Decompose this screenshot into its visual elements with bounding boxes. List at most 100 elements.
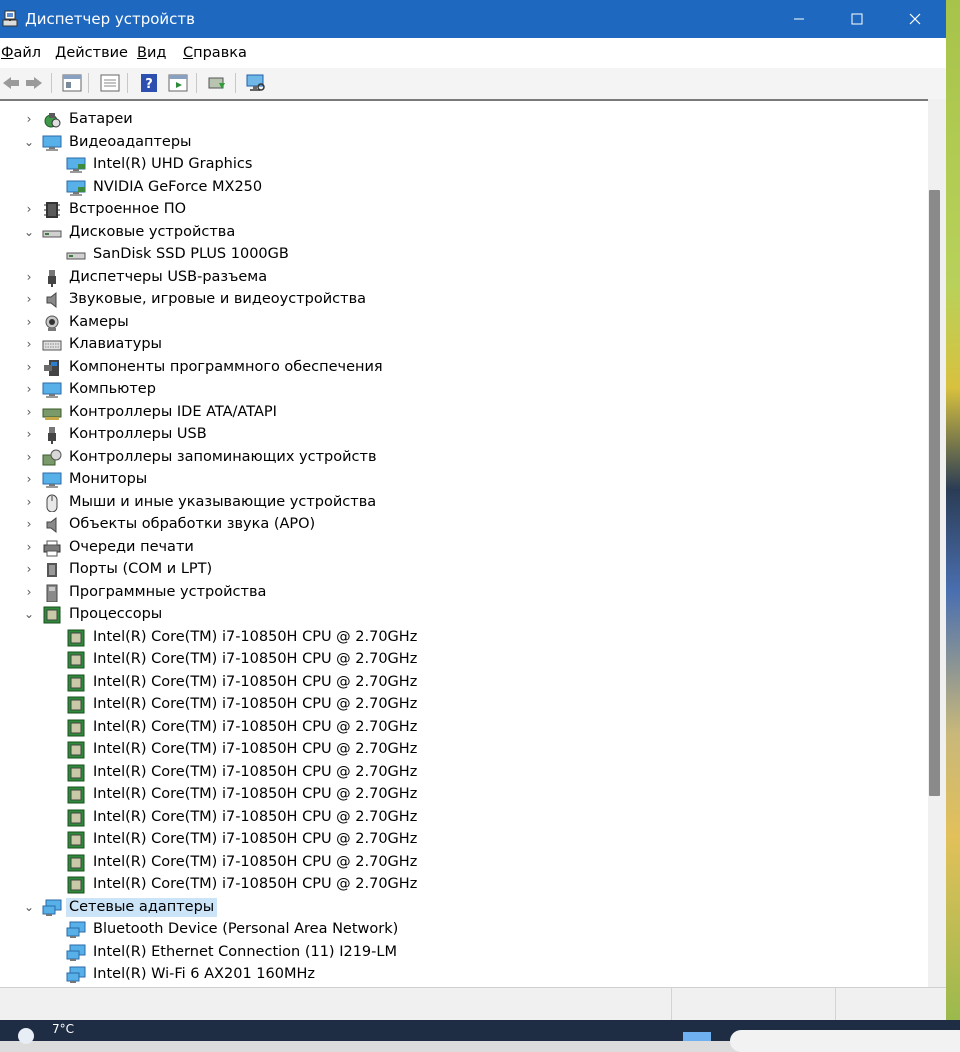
tree-category[interactable]: › Встроенное ПО bbox=[0, 199, 928, 221]
tree-device[interactable]: Intel(R) Core(TM) i7-10850H CPU @ 2.70GH… bbox=[0, 672, 928, 694]
tree-category[interactable]: › Мыши и иные указывающие устройства bbox=[0, 492, 928, 514]
chevron-right-icon[interactable]: › bbox=[22, 291, 36, 307]
chevron-right-icon[interactable]: › bbox=[22, 561, 36, 577]
show-hide-tree-icon bbox=[100, 74, 120, 92]
menu-file[interactable]: Файл bbox=[1, 45, 41, 61]
chevron-right-icon[interactable]: › bbox=[22, 584, 36, 600]
maximize-icon bbox=[851, 13, 863, 25]
tree-category[interactable]: ⌄ Сетевые адаптеры bbox=[0, 897, 928, 919]
tree-category[interactable]: › Диспетчеры USB-разъема bbox=[0, 267, 928, 289]
chevron-right-icon[interactable]: › bbox=[22, 269, 36, 285]
chevron-right-icon[interactable]: › bbox=[22, 471, 36, 487]
tree-category[interactable]: › Контроллеры IDE ATA/ATAPI bbox=[0, 402, 928, 424]
scrollbar-thumb[interactable] bbox=[929, 190, 940, 796]
tree-category[interactable]: ⌄ Видеоадаптеры bbox=[0, 132, 928, 154]
tree-device[interactable]: Intel(R) UHD Graphics bbox=[0, 154, 928, 176]
run-button[interactable] bbox=[167, 72, 189, 94]
tree-device[interactable]: Intel(R) Core(TM) i7-10850H CPU @ 2.70GH… bbox=[0, 807, 928, 829]
tree-category[interactable]: › Контроллеры запоминающих устройств bbox=[0, 447, 928, 469]
start-button-icon[interactable] bbox=[683, 1032, 711, 1041]
show-hide-tree-button[interactable] bbox=[99, 72, 121, 94]
close-button[interactable] bbox=[886, 0, 944, 38]
taskbar-search-box[interactable] bbox=[730, 1030, 960, 1052]
menu-bar: Файл Действие Вид Справка bbox=[0, 38, 946, 68]
tree-device[interactable]: Intel(R) Wi-Fi 6 AX201 160MHz bbox=[0, 964, 928, 986]
tree-device[interactable]: Intel(R) Core(TM) i7-10850H CPU @ 2.70GH… bbox=[0, 784, 928, 806]
tree-item-label: Intel(R) Core(TM) i7-10850H CPU @ 2.70GH… bbox=[93, 763, 418, 780]
chevron-right-icon[interactable]: › bbox=[22, 111, 36, 127]
device-tree[interactable]: › Батареи ⌄ Видеоадаптеры Intel(R) UHD Graph… bbox=[0, 99, 928, 989]
tree-device[interactable]: Intel(R) Core(TM) i7-10850H CPU @ 2.70GH… bbox=[0, 694, 928, 716]
scan-hardware-icon bbox=[246, 74, 265, 91]
help-button[interactable]: ? bbox=[138, 72, 160, 94]
chevron-right-icon[interactable]: › bbox=[22, 539, 36, 555]
tree-category[interactable]: › Клавиатуры bbox=[0, 334, 928, 356]
processor-icon bbox=[67, 629, 85, 646]
tree-device[interactable]: Intel(R) Core(TM) i7-10850H CPU @ 2.70GH… bbox=[0, 627, 928, 649]
properties-button[interactable] bbox=[61, 72, 83, 94]
chevron-right-icon[interactable]: › bbox=[22, 314, 36, 330]
tree-device[interactable]: Intel(R) Core(TM) i7-10850H CPU @ 2.70GH… bbox=[0, 739, 928, 761]
tree-category[interactable]: ⌄ Дисковые устройства bbox=[0, 222, 928, 244]
speaker-icon bbox=[46, 291, 57, 309]
update-driver-button[interactable] bbox=[206, 72, 228, 94]
chevron-right-icon[interactable]: › bbox=[22, 426, 36, 442]
chevron-right-icon[interactable]: › bbox=[22, 359, 36, 375]
tree-item-label: Intel(R) Core(TM) i7-10850H CPU @ 2.70GH… bbox=[93, 628, 418, 645]
tree-category[interactable]: › Объекты обработки звука (APO) bbox=[0, 514, 928, 536]
tree-device[interactable]: Intel(R) Core(TM) i7-10850H CPU @ 2.70GH… bbox=[0, 829, 928, 851]
tree-category[interactable]: › Батареи bbox=[0, 109, 928, 131]
chevron-right-icon[interactable]: › bbox=[22, 404, 36, 420]
tree-category[interactable]: › Программные устройства bbox=[0, 582, 928, 604]
chevron-right-icon[interactable]: › bbox=[22, 516, 36, 532]
chevron-down-icon[interactable]: ⌄ bbox=[22, 899, 36, 915]
title-bar[interactable]: Диспетчер устройств bbox=[0, 0, 946, 38]
tree-item-label: Диспетчеры USB-разъема bbox=[69, 268, 268, 285]
chevron-right-icon[interactable]: › bbox=[22, 449, 36, 465]
tree-device[interactable]: Bluetooth Device (Personal Area Network) bbox=[0, 919, 928, 941]
tree-item-label: Intel(R) Core(TM) i7-10850H CPU @ 2.70GH… bbox=[93, 853, 418, 870]
minimize-button[interactable] bbox=[770, 0, 828, 38]
toolbar: ? bbox=[0, 68, 946, 100]
menu-help[interactable]: Справка bbox=[183, 45, 247, 61]
tree-device[interactable]: Intel(R) Core(TM) i7-10850H CPU @ 2.70GH… bbox=[0, 874, 928, 896]
weather-temperature[interactable]: 7°C bbox=[52, 1022, 74, 1036]
camera-icon bbox=[45, 315, 59, 331]
processor-icon bbox=[67, 786, 85, 804]
forward-button[interactable] bbox=[23, 72, 45, 94]
tree-category[interactable]: › Звуковые, игровые и видеоустройства bbox=[0, 289, 928, 311]
tree-category[interactable]: › Порты (COM и LPT) bbox=[0, 559, 928, 581]
chevron-down-icon[interactable]: ⌄ bbox=[22, 224, 36, 240]
disk-drive-icon bbox=[66, 252, 86, 260]
chevron-right-icon[interactable]: › bbox=[22, 381, 36, 397]
tree-device[interactable]: Intel(R) Core(TM) i7-10850H CPU @ 2.70GH… bbox=[0, 762, 928, 784]
menu-view[interactable]: Вид bbox=[137, 45, 166, 61]
menu-action[interactable]: Действие bbox=[55, 45, 128, 61]
desktop-wallpaper bbox=[946, 0, 960, 1020]
tree-category[interactable]: › Контроллеры USB bbox=[0, 424, 928, 446]
chevron-right-icon[interactable]: › bbox=[22, 201, 36, 217]
tree-device[interactable]: Intel(R) Core(TM) i7-10850H CPU @ 2.70GH… bbox=[0, 852, 928, 874]
tree-category[interactable]: › Мониторы bbox=[0, 469, 928, 491]
chevron-right-icon[interactable]: › bbox=[22, 494, 36, 510]
tree-category[interactable]: › Компьютер bbox=[0, 379, 928, 401]
tree-device[interactable]: NVIDIA GeForce MX250 bbox=[0, 177, 928, 199]
processor-icon bbox=[67, 764, 85, 781]
tree-item-label: Intel(R) Core(TM) i7-10850H CPU @ 2.70GH… bbox=[93, 786, 418, 802]
tree-device[interactable]: Intel(R) Core(TM) i7-10850H CPU @ 2.70GH… bbox=[0, 717, 928, 739]
tree-category[interactable]: › Очереди печати bbox=[0, 537, 928, 559]
chevron-down-icon[interactable]: ⌄ bbox=[22, 606, 36, 622]
chevron-right-icon[interactable]: › bbox=[22, 336, 36, 352]
tree-device[interactable]: SanDisk SSD PLUS 1000GB bbox=[0, 244, 928, 266]
tree-device[interactable]: Intel(R) Core(TM) i7-10850H CPU @ 2.70GH… bbox=[0, 649, 928, 671]
tree-category[interactable]: ⌄ Процессоры bbox=[0, 604, 928, 626]
scan-hardware-button[interactable] bbox=[245, 72, 267, 94]
maximize-button[interactable] bbox=[828, 0, 886, 38]
weather-widget-icon[interactable] bbox=[18, 1028, 34, 1044]
chevron-down-icon[interactable]: ⌄ bbox=[22, 134, 36, 150]
tree-item-label: Intel(R) Core(TM) i7-10850H CPU @ 2.70GH… bbox=[93, 651, 418, 667]
tree-device[interactable]: Intel(R) Ethernet Connection (11) I219-L… bbox=[0, 942, 928, 964]
tree-category[interactable]: › Камеры bbox=[0, 312, 928, 334]
back-button[interactable] bbox=[0, 72, 22, 94]
tree-category[interactable]: › Компоненты программного обеспечения bbox=[0, 357, 928, 379]
